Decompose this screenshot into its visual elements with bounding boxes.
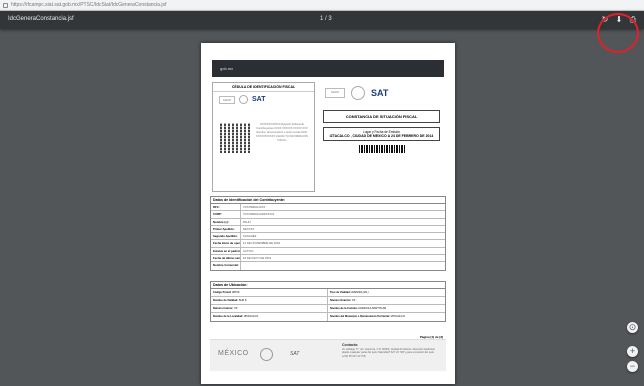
lugar-fecha-box: Lugar y Fecha de Emisión IZTACALCO , CIU…: [323, 127, 440, 141]
cell-value: 08700: [232, 291, 240, 294]
table-row: Nombre de Vialidad: SUR 8 Número Exterio…: [211, 297, 445, 305]
cell-right: Número Exterior: XX: [328, 297, 445, 304]
constancia-title: CONSTANCIA DE SITUACIÓN FISCAL: [323, 110, 440, 123]
pdf-toolbar: IdcGeneraConstancia.jsf 1 / 3 ↻ ⬇ ⎙: [0, 11, 644, 29]
cedula-text: XXXXXXXXXXXX Registro Federal de Contrib…: [256, 123, 308, 142]
address-url[interactable]: https://rfcampc.siat.sat.gob.mx/PTSC/Idc…: [11, 2, 166, 8]
highlight-circle: [597, 13, 639, 53]
table-row: RFC: XXXX990101XXX: [211, 204, 445, 212]
cell-key: Número Interior:: [213, 307, 234, 310]
table-row: Nombre Comercial:: [211, 262, 445, 270]
row-value: 12 DE NOVIEMBRE DE 2004: [243, 241, 280, 246]
file-name: IdcGeneraConstancia.jsf: [8, 16, 74, 22]
cell-value: AGRICOLA PANTITLAN: [358, 307, 387, 310]
row-key: Estatus en el padrón:: [213, 247, 241, 255]
cell-left: Nombre de la Localidad: IZTACALCO: [211, 313, 328, 321]
sat-logo: SAT: [371, 88, 389, 98]
table-row: Segundo Apellido: SANCHEZ: [211, 233, 445, 241]
row-value: [241, 262, 243, 269]
row-key: Nombre (s):: [211, 218, 241, 225]
cell-value: XX: [234, 307, 238, 310]
cedula-logos: SHCP SAT: [213, 92, 314, 107]
contact-text: Av. Hidalgo 77, col. Guerrero, C.P. 0630…: [342, 347, 435, 358]
seal-logo: [239, 95, 248, 104]
ubicacion-section: Datos de Ubicación: Código Postal: 08700…: [210, 281, 446, 322]
cell-key: Código Postal:: [213, 291, 232, 294]
row-key: CURP:: [211, 211, 241, 218]
cell-right: Nombre del Municipio o Demarcación Terri…: [328, 313, 445, 321]
barcode: [358, 145, 405, 153]
cell-key: Nombre del Municipio o Demarcación Terri…: [330, 315, 390, 318]
cell-key: Nombre de la Localidad:: [213, 315, 244, 318]
seal-logo: [351, 86, 365, 100]
sat-footer-logo: SAT: [290, 351, 300, 357]
lock-icon: [3, 2, 8, 8]
cedula-card: CÉDULA DE IDENTIFICACIÓN FISCAL SHCP SAT…: [212, 82, 315, 192]
seal-logo: [260, 348, 273, 361]
cell-key: Nombre de la Colonia:: [330, 307, 358, 310]
header-logos: SHCP SAT: [319, 82, 444, 104]
row-value: DEXXXX: [243, 226, 255, 231]
row-value: ACTIVO: [243, 248, 254, 253]
table-row: Estatus en el padrón: ACTIVO: [211, 247, 445, 256]
table-row: Nombre de la Localidad: IZTACALCO Nombre…: [211, 313, 445, 321]
cell-value: AVENIDA (AV.): [351, 291, 369, 294]
page-counter: 1 / 3: [320, 16, 332, 22]
shcp-logo: SHCP: [325, 88, 345, 98]
cell-value: IZTACALCO: [243, 315, 259, 318]
table-row: Número Interior: XX Nombre de la Colonia…: [211, 305, 445, 313]
page-footer: MÉXICO SAT Contacto: Av. Hidalgo 77, col…: [210, 339, 446, 371]
cell-left: Código Postal: 08700: [211, 289, 328, 296]
cell-value: XX: [351, 299, 356, 302]
table-row: Fecha de último cambio de estado:18 DE M…: [211, 255, 445, 263]
row-key: Segundo Apellido:: [211, 233, 241, 240]
contact-block: Contacto: Av. Hidalgo 77, col. Guerrero,…: [342, 343, 440, 358]
table-row: Fecha inicio de operaciones:12 DE NOVIEM…: [211, 240, 445, 248]
row-value: XXXX990101XXX: [243, 205, 266, 209]
address-bar[interactable]: https://rfcampc.siat.sat.gob.mx/PTSC/Idc…: [0, 0, 644, 11]
constancia-header: SHCP SAT CONSTANCIA DE SITUACIÓN FISCAL …: [319, 82, 444, 192]
pdf-page: gob.mx CÉDULA DE IDENTIFICACIÓN FISCAL S…: [201, 43, 455, 384]
mexico-logo: MÉXICO: [218, 350, 249, 357]
row-value: 18 DE MAYO DE 2013: [243, 256, 272, 261]
row-value: SANCHEZ: [243, 234, 257, 239]
table-row: CURP: XXXX990101HDFXXX01: [211, 211, 445, 219]
gob-banner: gob.mx: [212, 60, 444, 77]
identificacion-section: Datos de Identificación del Contribuyent…: [210, 196, 446, 271]
cell-left: Nombre de Vialidad: SUR 8: [211, 297, 328, 304]
table-row: Código Postal: 08700 Tipo de Vialidad: A…: [211, 289, 445, 297]
row-value: PAULI: [243, 219, 251, 224]
sat-logo: SAT: [252, 96, 266, 103]
row-key: Nombre Comercial:: [211, 262, 241, 270]
zoom-in-icon[interactable]: +: [627, 346, 638, 357]
identificacion-rows: RFC: XXXX990101XXX CURP: XXXX990101HDFXXX0…: [211, 204, 445, 270]
row-key: Primer Apellido:: [211, 225, 241, 233]
cell-key: Nombre de Vialidad:: [213, 299, 239, 302]
row-value: XXXX990101HDFXXX01: [243, 212, 275, 217]
table-row: Primer Apellido: DEXXXX: [211, 225, 445, 234]
shcp-logo: SHCP: [219, 95, 235, 104]
zoom-out-icon[interactable]: −: [627, 361, 638, 372]
cell-key: Número Exterior:: [330, 299, 352, 302]
row-key: Fecha de último cambio de estado:: [213, 255, 241, 262]
fit-page-icon[interactable]: ⊙: [627, 322, 638, 333]
cell-left: Número Interior: XX: [211, 305, 328, 312]
lugar-value: IZTACALCO , CIUDAD DE MEXICO A 24 DE FEB…: [329, 134, 434, 138]
cell-value: SUR 8: [238, 299, 247, 302]
cedula-title: CÉDULA DE IDENTIFICACIÓN FISCAL: [213, 83, 314, 92]
cell-key: Tipo de Vialidad:: [330, 291, 351, 294]
cell-right: Nombre de la Colonia: AGRICOLA PANTITLAN: [328, 305, 445, 312]
identificacion-title: Datos de Identificación del Contribuyent…: [211, 197, 445, 204]
qr-pattern: [220, 123, 250, 153]
ubicacion-title: Datos de Ubicación:: [211, 282, 445, 289]
row-key: RFC:: [211, 204, 241, 211]
row-key: Fecha inicio de operaciones:: [213, 240, 241, 247]
cell-right: Tipo de Vialidad: AVENIDA (AV.): [328, 289, 445, 296]
cell-value: IZTACALCO: [390, 315, 406, 318]
table-row: Nombre (s): PAULI: [211, 218, 445, 226]
